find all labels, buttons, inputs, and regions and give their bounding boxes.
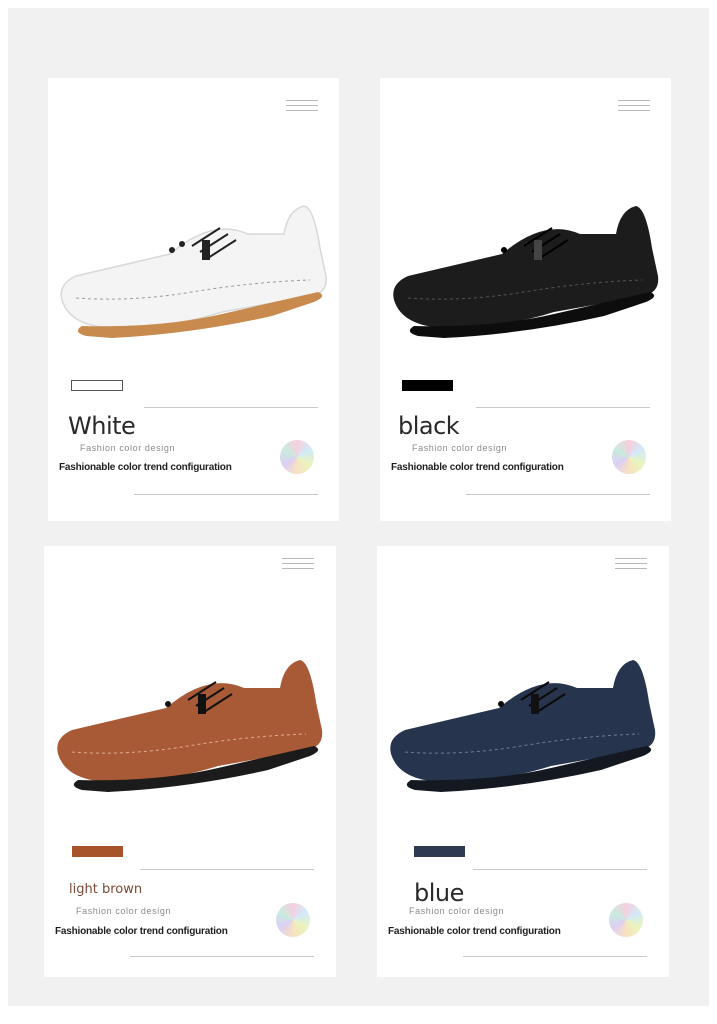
divider-top bbox=[140, 869, 314, 870]
menu-lines-icon bbox=[282, 558, 314, 570]
shoe-image-blue bbox=[390, 660, 656, 792]
page-background: White Fashion color design Fashionable c… bbox=[8, 8, 709, 1006]
holographic-badge-icon bbox=[280, 440, 314, 474]
divider-bottom bbox=[466, 494, 650, 495]
holographic-badge-icon bbox=[609, 903, 643, 937]
product-card-light-brown[interactable]: light brown Fashion color design Fashion… bbox=[44, 546, 336, 977]
color-swatch bbox=[72, 846, 123, 857]
tagline: Fashionable color trend configuration bbox=[388, 926, 561, 937]
divider-bottom bbox=[130, 956, 314, 957]
subtitle: Fashion color design bbox=[76, 906, 172, 916]
shoe-image-light-brown bbox=[57, 660, 323, 792]
divider-bottom bbox=[134, 494, 318, 495]
subtitle: Fashion color design bbox=[412, 443, 508, 453]
color-swatch bbox=[402, 380, 453, 391]
holographic-badge-icon bbox=[276, 903, 310, 937]
color-name: black bbox=[398, 412, 460, 440]
product-card-blue[interactable]: blue Fashion color design Fashionable co… bbox=[377, 546, 669, 977]
product-card-white[interactable]: White Fashion color design Fashionable c… bbox=[48, 78, 339, 521]
divider-top bbox=[144, 407, 318, 408]
menu-lines-icon bbox=[286, 100, 318, 112]
holographic-badge-icon bbox=[612, 440, 646, 474]
divider-top bbox=[473, 869, 647, 870]
divider-top bbox=[476, 407, 650, 408]
shoe-image-white bbox=[60, 205, 327, 338]
subtitle: Fashion color design bbox=[409, 906, 505, 916]
tagline: Fashionable color trend configuration bbox=[55, 926, 228, 937]
shoe-image-black bbox=[393, 206, 659, 338]
tagline: Fashionable color trend configuration bbox=[59, 462, 232, 473]
color-name: blue bbox=[414, 879, 464, 907]
tagline: Fashionable color trend configuration bbox=[391, 462, 564, 473]
divider-bottom bbox=[463, 956, 647, 957]
color-name: light brown bbox=[69, 882, 143, 897]
menu-lines-icon bbox=[618, 100, 650, 112]
color-swatch bbox=[414, 846, 465, 857]
product-card-black[interactable]: black Fashion color design Fashionable c… bbox=[380, 78, 671, 521]
color-name: White bbox=[68, 412, 136, 440]
color-swatch bbox=[71, 380, 123, 391]
menu-lines-icon bbox=[615, 558, 647, 570]
subtitle: Fashion color design bbox=[80, 443, 176, 453]
